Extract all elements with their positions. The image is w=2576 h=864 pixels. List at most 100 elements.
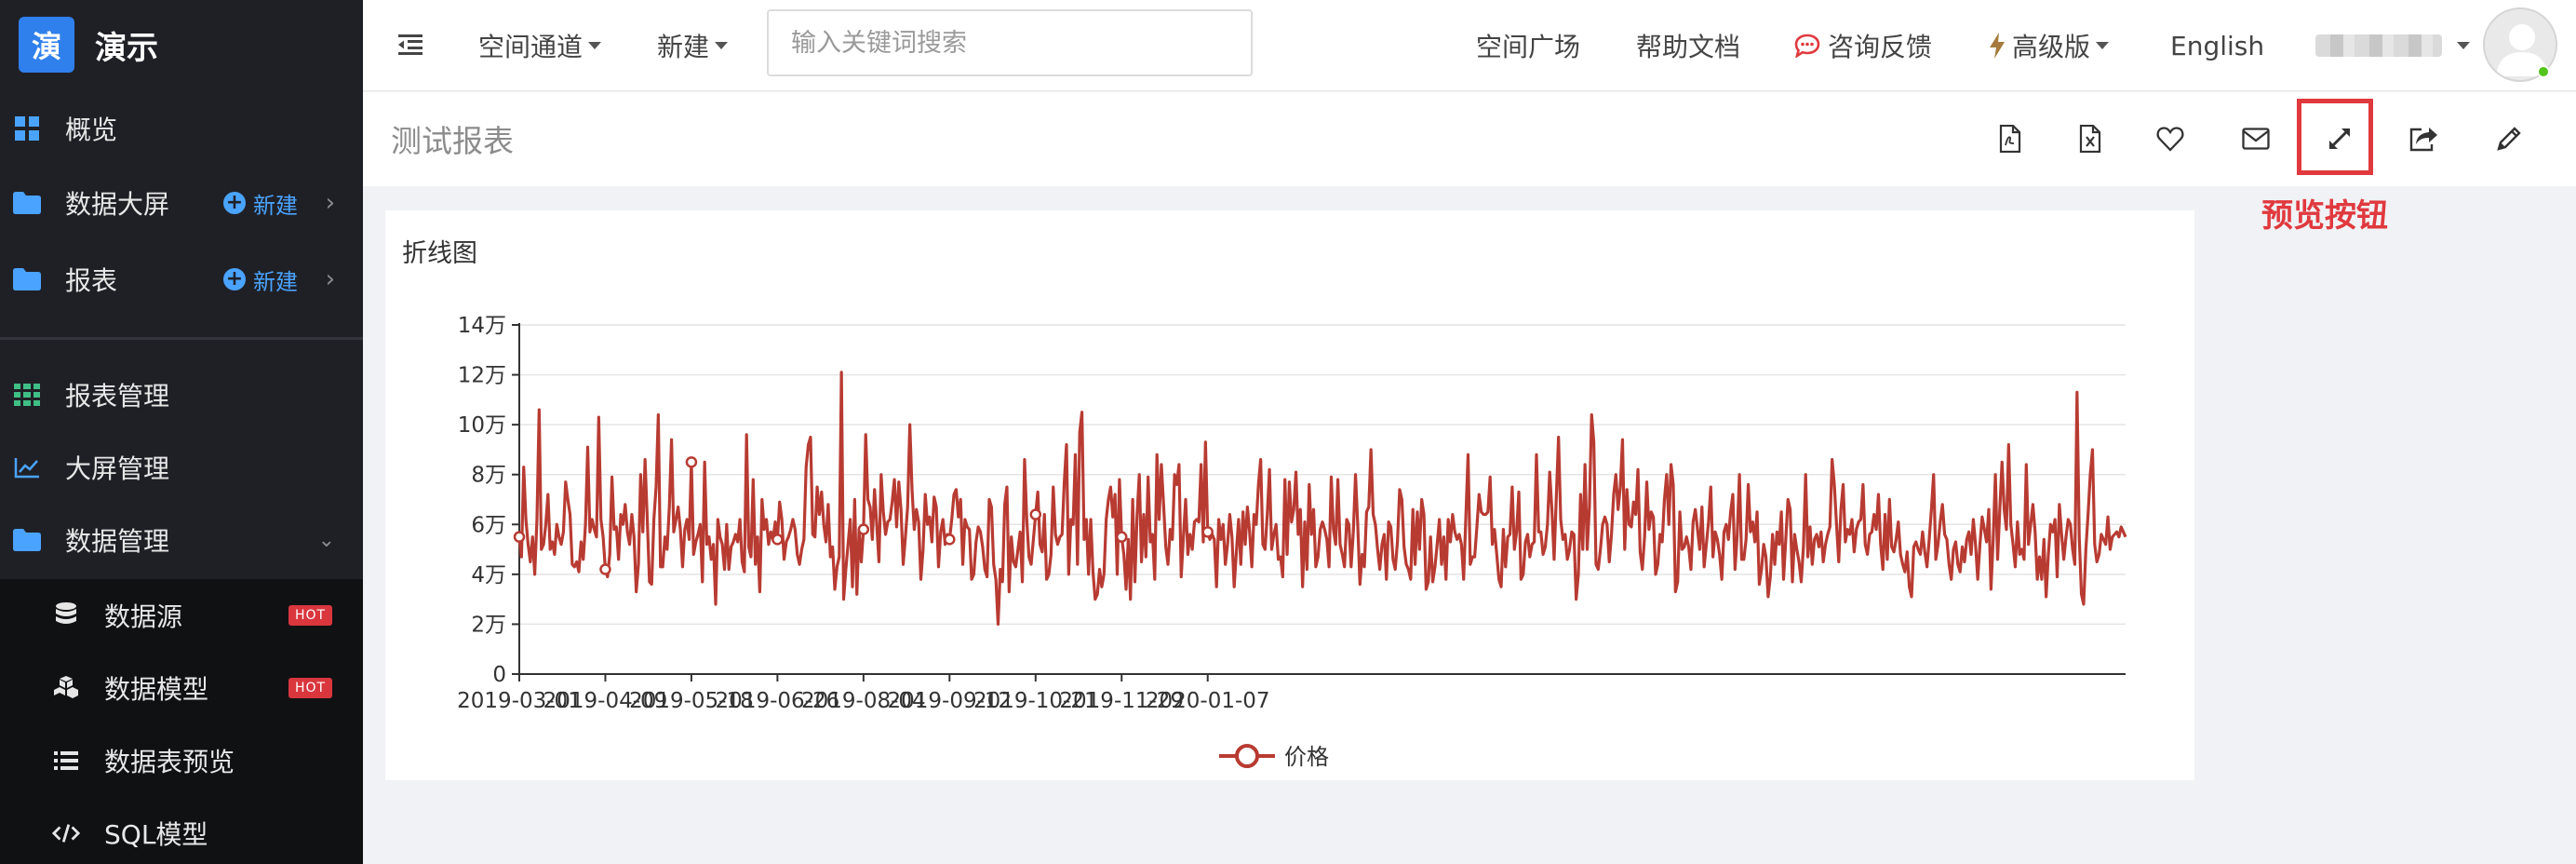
- pencil-icon: [2497, 127, 2521, 151]
- new-dropdown[interactable]: 新建: [657, 0, 729, 91]
- new-bigscreen-button[interactable]: + 新建: [223, 187, 298, 220]
- email-button[interactable]: [2237, 120, 2274, 157]
- report-header: 测试报表: [363, 92, 2576, 186]
- chevron-down-icon[interactable]: ⌄: [318, 529, 335, 552]
- caret-down-icon: [2096, 42, 2110, 49]
- cubes-icon: [52, 674, 80, 702]
- favorite-button[interactable]: [2152, 120, 2189, 157]
- folder-icon: [13, 265, 41, 293]
- y-tick-label: 4万: [471, 563, 506, 587]
- share-button[interactable]: [2405, 120, 2442, 157]
- space-square-label: 空间广场: [1476, 32, 1581, 62]
- data-point: [944, 533, 956, 546]
- plus-icon: +: [223, 268, 246, 290]
- sidebar-item-label: 数据管理: [65, 526, 170, 557]
- sidebar-item-label: 概览: [65, 115, 118, 145]
- chevron-right-icon[interactable]: ›: [326, 265, 335, 293]
- data-point: [685, 456, 698, 468]
- search-input[interactable]: [767, 9, 1253, 76]
- y-tick-label: 12万: [458, 364, 506, 388]
- series-line-price: [517, 371, 2127, 627]
- brand[interactable]: 演 演示: [0, 0, 363, 89]
- submenu-item-sql-model[interactable]: SQL模型: [0, 797, 363, 864]
- premium-dropdown[interactable]: 高级版: [1990, 0, 2110, 91]
- y-tick-label: 8万: [471, 464, 506, 488]
- caret-down-icon: [715, 42, 729, 49]
- email-icon: [2242, 128, 2270, 150]
- line-chart: 02万4万6万8万10万12万14万2019-03-012019-04-0920…: [457, 314, 2127, 770]
- sidebar-item-report[interactable]: 报表 + 新建 ›: [0, 244, 363, 315]
- y-tick-label: 14万: [458, 314, 506, 338]
- help-docs-link[interactable]: 帮助文档: [1636, 0, 1740, 91]
- new-report-button[interactable]: + 新建: [223, 263, 298, 296]
- sidebar-item-screen-management[interactable]: 大屏管理: [0, 432, 363, 503]
- top-navbar: 空间通道 新建 空间广场 帮助文档 咨询反馈 高级版 English: [363, 0, 2576, 91]
- export-excel-icon: [2079, 125, 2101, 153]
- sidebar-item-overview[interactable]: 概览: [0, 93, 363, 164]
- help-docs-label: 帮助文档: [1636, 32, 1741, 62]
- app-name: 演示: [95, 29, 158, 67]
- edit-button[interactable]: [2490, 120, 2528, 157]
- feedback-label: 咨询反馈: [1828, 32, 1933, 62]
- legend-label: 价格: [1284, 744, 1329, 770]
- online-status-dot: [2537, 65, 2550, 78]
- data-point: [1201, 526, 1214, 538]
- database-icon: [52, 601, 80, 629]
- export-excel-button[interactable]: [2072, 120, 2109, 157]
- table-grid-icon: [13, 381, 41, 409]
- submenu-item-label: 数据表预览: [104, 747, 235, 777]
- sidebar-item-report-management[interactable]: 报表管理: [0, 359, 363, 430]
- collapse-menu-button[interactable]: [398, 0, 423, 91]
- language-label: English: [2170, 30, 2265, 61]
- premium-label: 高级版: [2012, 32, 2091, 62]
- y-tick-label: 6万: [471, 513, 506, 537]
- data-point: [1116, 531, 1128, 543]
- y-tick-label: 0: [492, 663, 506, 687]
- line-chart-icon: [13, 453, 41, 481]
- grid-icon: [13, 115, 41, 142]
- caret-down-icon: [2457, 42, 2470, 49]
- user-menu-dropdown[interactable]: [2315, 0, 2470, 91]
- export-pdf-button[interactable]: [1992, 120, 2029, 157]
- language-switch[interactable]: English: [2170, 0, 2264, 91]
- chevron-right-icon[interactable]: ›: [326, 189, 335, 217]
- report-title: 测试报表: [391, 123, 514, 159]
- sidebar-item-label: 报表管理: [65, 381, 170, 412]
- space-channel-dropdown[interactable]: 空间通道: [478, 0, 602, 91]
- menu-fold-icon: [398, 31, 423, 61]
- data-point: [513, 531, 526, 543]
- export-pdf-icon: [1999, 125, 2021, 153]
- submenu-item-label: SQL模型: [104, 819, 208, 850]
- x-tick-label: 2020-01-07: [1146, 689, 1270, 713]
- submenu-item-datasource[interactable]: 数据源 HOT: [0, 579, 363, 652]
- hot-badge: HOT: [288, 605, 333, 626]
- hot-badge: HOT: [288, 678, 333, 698]
- sidebar: 演 演示 概览 数据大屏 + 新建 › 报表 + 新建 › 报表管理 大屏管理 …: [0, 0, 363, 864]
- data-point: [771, 533, 784, 546]
- preview-button-highlight-box: [2297, 99, 2373, 175]
- submenu-item-datamodel[interactable]: 数据模型 HOT: [0, 652, 363, 724]
- heart-icon: [2156, 127, 2184, 152]
- list-icon: [52, 747, 80, 775]
- sidebar-item-label: 报表: [65, 265, 118, 296]
- sidebar-item-data-management[interactable]: 数据管理 ⌄: [0, 505, 363, 575]
- y-tick-label: 10万: [458, 413, 506, 438]
- feedback-link[interactable]: 咨询反馈: [1794, 0, 1932, 91]
- new-label: 新建: [657, 32, 710, 62]
- sidebar-divider: [0, 337, 363, 340]
- new-label: 新建: [253, 192, 298, 219]
- sidebar-item-bigscreen[interactable]: 数据大屏 + 新建 ›: [0, 168, 363, 238]
- submenu-item-table-preview[interactable]: 数据表预览: [0, 724, 363, 797]
- y-tick-label: 2万: [471, 613, 506, 637]
- data-point: [857, 523, 870, 535]
- submenu-item-label: 数据模型: [104, 674, 209, 705]
- space-square-link[interactable]: 空间广场: [1476, 0, 1580, 91]
- share-icon: [2409, 128, 2437, 152]
- folder-icon: [13, 189, 41, 217]
- data-point: [599, 563, 611, 575]
- sidebar-item-label: 数据大屏: [65, 189, 170, 220]
- caret-down-icon: [588, 42, 602, 49]
- space-channel-label: 空间通道: [478, 32, 584, 62]
- folder-icon: [13, 526, 41, 554]
- app-logo: 演: [19, 17, 74, 73]
